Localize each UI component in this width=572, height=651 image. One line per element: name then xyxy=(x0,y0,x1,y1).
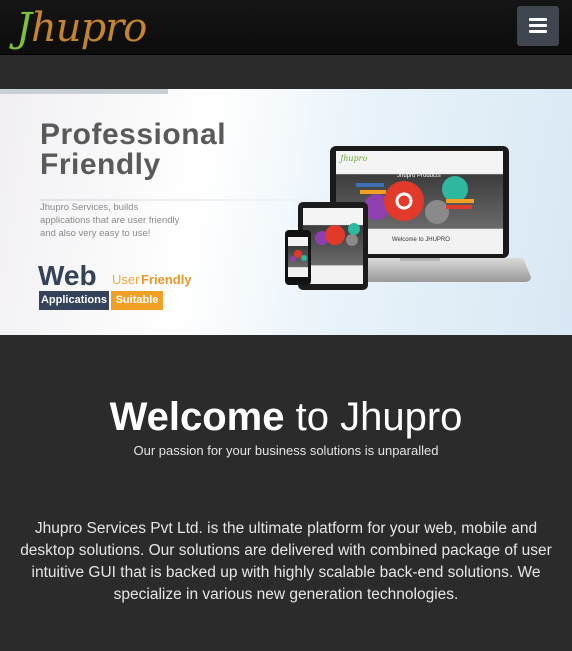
phone-mockup xyxy=(285,230,311,285)
laptop-screen-welcome: Welcome to JHUPRO xyxy=(392,237,450,243)
logo-letter-j: J xyxy=(16,5,32,51)
device-mockups-illustration: Jhupro Jhupro Products Welcome to JHUPRO xyxy=(285,146,531,290)
navbar: Jhupro xyxy=(0,0,572,55)
hero-banner: Professional Friendly Jhupro Services, b… xyxy=(0,89,572,335)
laptop-logo-text: Jhupro xyxy=(338,154,367,163)
welcome-title-rest: to Jhupro xyxy=(295,395,463,439)
header-spacer xyxy=(0,55,572,89)
hamburger-icon-bar-middle xyxy=(529,24,547,27)
laptop-screen-title: Jhupro Products xyxy=(397,173,441,179)
welcome-subtitle: Our passion for your business solutions … xyxy=(133,443,439,458)
brand-logo[interactable]: Jhupro xyxy=(16,5,147,51)
menu-toggle-button[interactable] xyxy=(517,6,559,46)
hamburger-icon-bar-bottom xyxy=(529,30,547,33)
logo-wordmark-rest: hupro xyxy=(31,5,147,51)
welcome-title-bold: Welcome xyxy=(109,395,285,439)
welcome-title: Welcome to Jhupro xyxy=(0,394,572,440)
intro-paragraph: Jhupro Services Pvt Ltd. is the ultimate… xyxy=(20,520,552,603)
hamburger-icon-bar-top xyxy=(529,18,547,21)
